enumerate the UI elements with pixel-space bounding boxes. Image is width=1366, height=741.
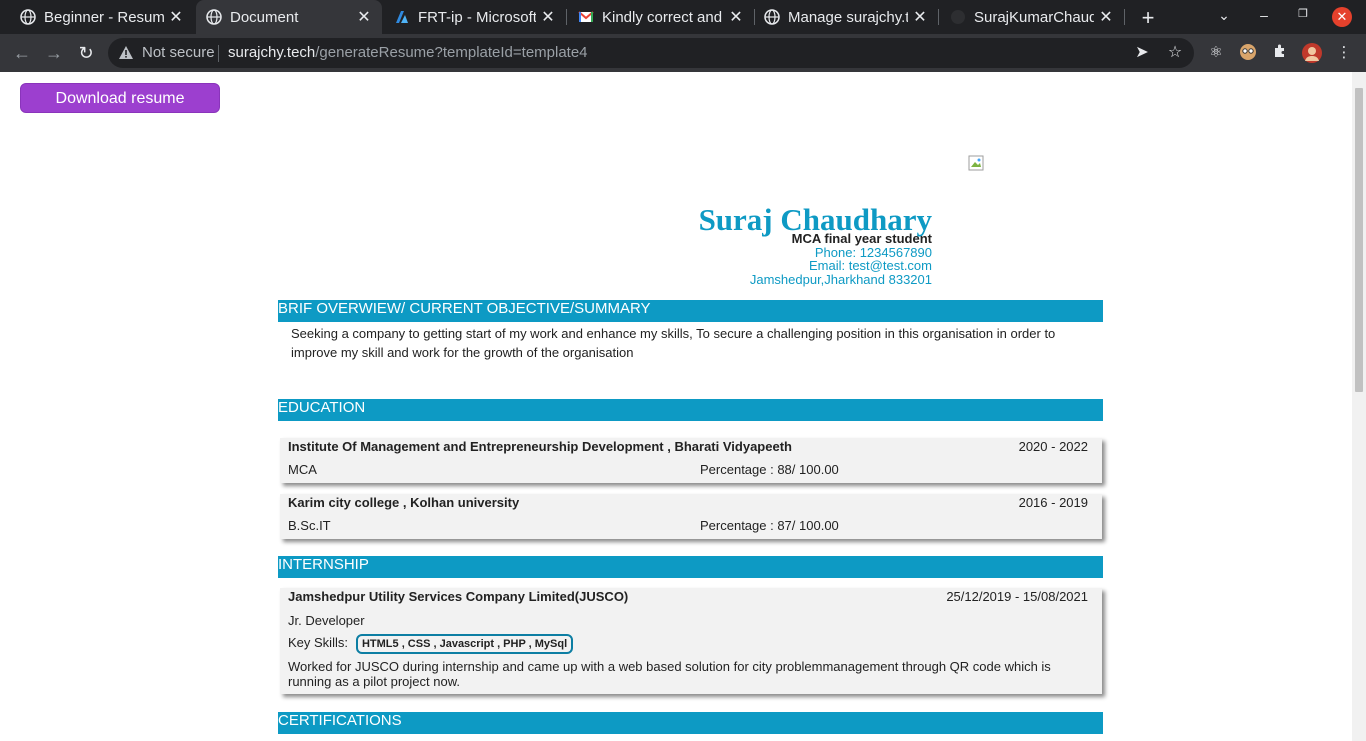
download-resume-button[interactable]: Download resume <box>20 83 220 113</box>
tab-title: Manage surajchy.t <box>788 8 908 26</box>
education-row: B.Sc.IT Percentage : 87/ 100.00 <box>288 518 1088 533</box>
education-institute: Institute Of Management and Entrepreneur… <box>288 439 792 454</box>
forward-arrow-icon[interactable]: → <box>43 42 65 64</box>
section-internship-heading: INTERNSHIP <box>278 556 1103 578</box>
education-percentage: Percentage : 88/ 100.00 <box>700 462 839 477</box>
security-label[interactable]: Not secure <box>142 44 215 61</box>
broken-image-icon <box>968 155 984 171</box>
globe-icon <box>206 9 222 25</box>
education-row: Institute Of Management and Entrepreneur… <box>288 439 1088 454</box>
education-card: Karim city college , Kolhan university 2… <box>280 494 1102 539</box>
page-content: Download resume Suraj Chaudhary MCA fina… <box>0 72 1352 741</box>
education-percentage: Percentage : 87/ 100.00 <box>700 518 839 533</box>
education-institute: Karim city college , Kolhan university <box>288 495 520 510</box>
react-devtools-icon[interactable]: ⚛ <box>1206 43 1226 63</box>
globe-icon <box>20 9 36 25</box>
internship-skills-row: Key Skills: HTML5 , CSS , Javascript , PH… <box>288 634 1088 654</box>
tab-strip: Beginner - Resume ✕ Document ✕ FRT-ip - … <box>0 0 1366 34</box>
tab-title: FRT-ip - Microsoft <box>418 8 536 26</box>
url-host: surajchy.tech <box>228 44 316 61</box>
back-arrow-icon[interactable]: ← <box>11 42 33 64</box>
github-icon <box>950 9 966 25</box>
resume-address: Jamshedpur,Jharkhand 833201 <box>749 272 932 287</box>
education-row: MCA Percentage : 88/ 100.00 <box>288 462 1088 477</box>
minimize-icon[interactable]: – <box>1254 7 1274 23</box>
key-skills-label: Key Skills: <box>288 635 348 650</box>
tab-close-icon[interactable]: ✕ <box>536 7 560 27</box>
skills-badge: HTML5 , CSS , Javascript , PHP , MySql <box>355 634 574 654</box>
education-degree: B.Sc.IT <box>288 518 331 533</box>
profile-avatar[interactable] <box>1302 43 1322 63</box>
tab-close-icon[interactable]: ✕ <box>724 7 748 27</box>
divider <box>218 45 219 62</box>
page-scrollbar[interactable] <box>1352 72 1366 741</box>
globe-icon <box>764 9 780 25</box>
tab-close-icon[interactable]: ✕ <box>908 7 932 27</box>
internship-card: Jamshedpur Utility Services Company Limi… <box>280 588 1102 694</box>
tab-separator <box>1124 9 1125 25</box>
browser-toolbar: ← → ↻ Not secure surajchy.tech/generateR… <box>0 34 1366 72</box>
internship-role: Jr. Developer <box>288 613 365 628</box>
tab-beginner-resume[interactable]: Beginner - Resume ✕ <box>0 0 194 34</box>
tab-close-icon[interactable]: ✕ <box>352 7 376 27</box>
bookmark-star-icon[interactable]: ☆ <box>1166 44 1184 62</box>
url-text[interactable]: surajchy.tech/generateResume?templateId=… <box>228 44 588 61</box>
tab-close-icon[interactable]: ✕ <box>164 7 188 27</box>
resume-email: Email: test@test.com <box>808 258 932 273</box>
address-bar[interactable]: Not secure surajchy.tech/generateResume?… <box>108 38 1194 68</box>
section-certifications-heading: CERTIFICATIONS <box>278 712 1103 734</box>
tab-title: Beginner - Resume <box>44 8 164 26</box>
internship-company: Jamshedpur Utility Services Company Limi… <box>288 589 629 604</box>
education-card: Institute Of Management and Entrepreneur… <box>280 438 1102 483</box>
resume-subtitle: MCA final year student <box>791 231 932 246</box>
tab-frt-ip[interactable]: FRT-ip - Microsoft ✕ <box>382 0 566 34</box>
tab-search-chevron-icon[interactable]: ⌄ <box>1214 7 1234 24</box>
scrollbar-thumb[interactable] <box>1355 88 1363 392</box>
url-path: /generateResume?templateId=template4 <box>315 44 588 61</box>
azure-icon <box>394 9 410 25</box>
extension-avatar-icon[interactable] <box>1238 43 1258 63</box>
internship-row: Jamshedpur Utility Services Company Limi… <box>288 589 1088 604</box>
tab-title: SurajKumarChaud <box>974 8 1094 26</box>
tab-close-icon[interactable]: ✕ <box>1094 7 1118 27</box>
tab-title: Document <box>230 8 299 26</box>
tab-document[interactable]: Document ✕ <box>196 0 382 34</box>
education-degree: MCA <box>288 462 317 477</box>
tab-github[interactable]: SurajKumarChaud ✕ <box>938 0 1124 34</box>
extensions-puzzle-icon[interactable] <box>1270 43 1290 63</box>
section-summary-heading: BRIF OVERWIEW/ CURRENT OBJECTIVE/SUMMARY <box>278 300 1103 322</box>
more-menu-icon[interactable]: ⋮ <box>1334 43 1354 63</box>
new-tab-plus-icon[interactable]: + <box>1136 5 1160 31</box>
tab-title: Kindly correct and <box>602 8 723 26</box>
internship-dates: 25/12/2019 - 15/08/2021 <box>946 589 1088 604</box>
restore-icon[interactable]: ❐ <box>1293 7 1313 20</box>
gmail-icon <box>578 9 594 25</box>
summary-text: Seeking a company to getting start of my… <box>291 326 1056 360</box>
send-icon[interactable]: ➤ <box>1133 44 1151 62</box>
tab-manage-surajchy[interactable]: Manage surajchy.t ✕ <box>754 0 938 34</box>
education-years: 2020 - 2022 <box>1018 439 1088 454</box>
window-close-icon[interactable]: ✕ <box>1332 7 1352 27</box>
internship-description: Worked for JUSCO during internship and c… <box>288 659 1051 689</box>
reload-icon[interactable]: ↻ <box>75 42 97 64</box>
education-row: Karim city college , Kolhan university 2… <box>288 495 1088 510</box>
education-years: 2016 - 2019 <box>1018 495 1088 510</box>
section-education-heading: EDUCATION <box>278 399 1103 421</box>
tab-gmail[interactable]: Kindly correct and ✕ <box>566 0 754 34</box>
warning-triangle-icon[interactable] <box>118 45 134 61</box>
